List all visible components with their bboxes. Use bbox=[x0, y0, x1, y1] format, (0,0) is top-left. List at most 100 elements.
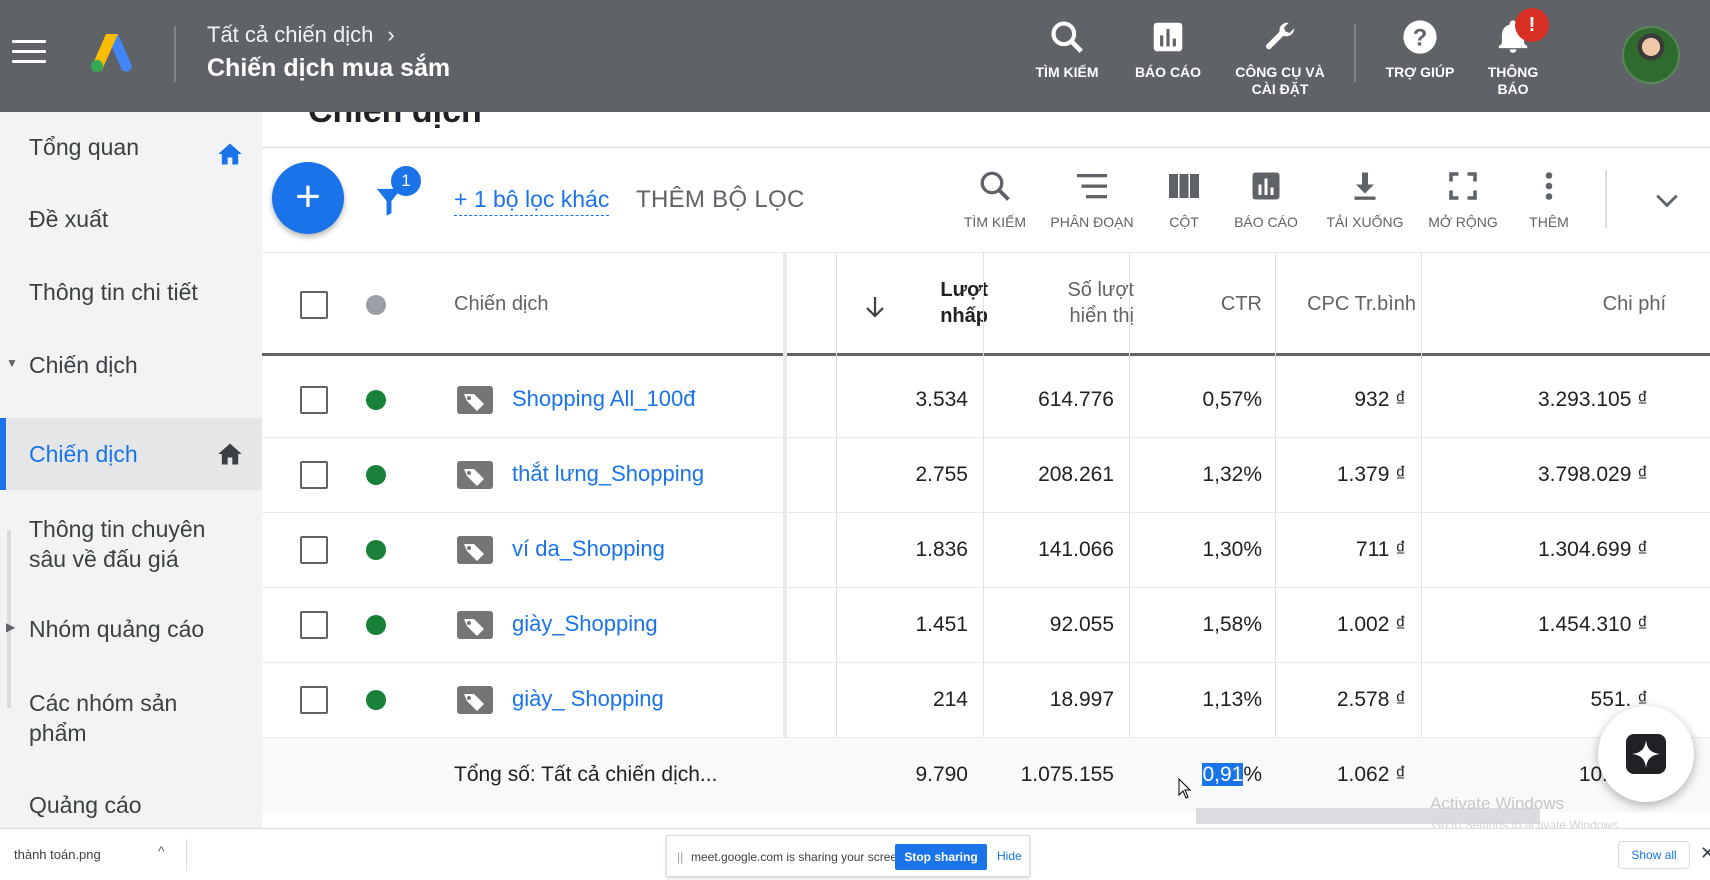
header-tools-button[interactable]: CÔNG CỤ VÀ CÀI ĐẶT bbox=[1230, 18, 1330, 98]
header-help-button[interactable]: ? TRỢ GIÚP bbox=[1380, 18, 1460, 81]
campaign-name-link[interactable]: ví da_Shopping bbox=[512, 536, 665, 562]
sidebar-item-label: Thông tin chi tiết bbox=[29, 279, 198, 305]
cell-clicks: 2.755 bbox=[915, 463, 968, 486]
sidebar-group-campaigns[interactable]: ▼ Chiến dịch bbox=[0, 352, 262, 379]
shopping-tag-icon bbox=[457, 611, 493, 639]
breadcrumb-text[interactable]: Tất cả chiến dịch bbox=[207, 22, 373, 47]
header-search-button[interactable]: TÌM KIẾM bbox=[1030, 18, 1104, 81]
download-file-name[interactable]: thành toán.png bbox=[14, 847, 101, 862]
add-filter-button[interactable]: THÊM BỘ LỌC bbox=[636, 186, 805, 214]
campaign-name-link[interactable]: Shopping All_100đ bbox=[512, 386, 696, 412]
sidebar-group-ad-groups[interactable]: ▶ Nhóm quảng cáo bbox=[0, 616, 262, 643]
col-header-impressions-line1: Số lượt bbox=[1067, 279, 1134, 301]
chevron-up-icon[interactable]: ^ bbox=[158, 843, 165, 859]
select-all-checkbox[interactable] bbox=[300, 291, 328, 319]
close-icon[interactable]: ✕ bbox=[1700, 843, 1710, 864]
hamburger-menu-icon[interactable] bbox=[12, 40, 46, 68]
sidebar-item-label-2: phẩm bbox=[29, 720, 87, 746]
sidebar-item-label-2: sâu về đấu giá bbox=[29, 546, 179, 572]
campaign-name-link[interactable]: giày_ Shopping bbox=[512, 686, 664, 712]
sidebar-item-campaigns[interactable]: Chiến dịch bbox=[0, 418, 262, 490]
toolbar-label: TẢI XUỐNG bbox=[1326, 214, 1404, 230]
col-header-clicks-line2: nhấp bbox=[940, 305, 988, 327]
sidebar-item-label: Đề xuất bbox=[29, 206, 109, 232]
toolbar-search-button[interactable]: TÌM KIẾM bbox=[952, 168, 1038, 230]
more-vert-icon bbox=[1545, 172, 1553, 200]
chevron-down-icon[interactable] bbox=[1654, 192, 1680, 210]
ai-assistant-button[interactable] bbox=[1598, 706, 1694, 802]
cell-ctr: 1,30% bbox=[1202, 538, 1262, 561]
cell-ctr: 1,58% bbox=[1202, 613, 1262, 636]
browser-download-bar: thành toán.png ^ || meet.google.com is s… bbox=[0, 828, 1710, 880]
create-campaign-button[interactable]: + bbox=[272, 162, 344, 234]
hide-banner-button[interactable]: Hide bbox=[997, 849, 1022, 863]
cell-ctr: 0,57% bbox=[1202, 388, 1262, 411]
table-row[interactable]: ví da_Shopping 1.836 141.066 1,30% 711 ₫… bbox=[262, 513, 1710, 588]
cell-clicks: 1.836 bbox=[915, 538, 968, 561]
stop-sharing-button[interactable]: Stop sharing bbox=[895, 844, 987, 870]
header-tools-label-1: CÔNG CỤ VÀ bbox=[1235, 64, 1325, 80]
sidebar-item-overview[interactable]: Tổng quan bbox=[0, 134, 262, 174]
cell-clicks: 1.451 bbox=[915, 613, 968, 636]
sidebar-item-ads[interactable]: Quảng cáo bbox=[0, 792, 262, 819]
header-reports-button[interactable]: BÁO CÁO bbox=[1130, 18, 1206, 81]
row-checkbox[interactable] bbox=[300, 686, 328, 714]
sidebar-item-label: Chiến dịch bbox=[29, 441, 138, 467]
toolbar-more-button[interactable]: THÊM bbox=[1524, 168, 1574, 230]
search-icon bbox=[1051, 21, 1083, 53]
reports-icon bbox=[1252, 172, 1280, 200]
toolbar-reports-button[interactable]: BÁO CÁO bbox=[1230, 168, 1302, 230]
sidebar-item-auction-insights[interactable]: Thông tin chuyên sâu về đấu giá bbox=[0, 514, 262, 574]
sidebar-item-recommendations[interactable]: Đề xuất bbox=[0, 206, 262, 233]
expand-icon bbox=[1449, 172, 1477, 200]
cell-cost: 3.798.029 ₫ bbox=[1537, 463, 1648, 486]
table-row[interactable]: giày_Shopping 1.451 92.055 1,58% 1.002 ₫… bbox=[262, 588, 1710, 663]
mouse-cursor-icon bbox=[1178, 778, 1192, 799]
sidebar-item-label: Nhóm quảng cáo bbox=[29, 616, 205, 642]
table-row[interactable]: Shopping All_100đ 3.534 614.776 0,57% 93… bbox=[262, 363, 1710, 438]
toolbar-download-button[interactable]: TẢI XUỐNG bbox=[1322, 168, 1408, 230]
header-notifications-label-1: THÔNG bbox=[1487, 64, 1539, 80]
download-divider bbox=[186, 839, 187, 871]
caret-right-icon: ▶ bbox=[6, 620, 16, 634]
avatar[interactable] bbox=[1622, 26, 1680, 84]
search-icon bbox=[980, 171, 1010, 201]
col-header-impressions[interactable]: Số lượt hiển thị bbox=[1022, 277, 1134, 329]
sidebar-nav: Tổng quan Đề xuất Thông tin chi tiết ▼ C… bbox=[0, 112, 262, 828]
campaign-name-link[interactable]: thắt lưng_Shopping bbox=[512, 461, 704, 487]
total-clicks: 9.790 bbox=[915, 763, 968, 786]
cell-cost: 3.293.105 ₫ bbox=[1537, 388, 1648, 411]
google-ads-logo[interactable] bbox=[88, 30, 136, 74]
arrow-down-icon[interactable] bbox=[864, 295, 886, 319]
col-header-avg-cpc[interactable]: CPC Tr.bình bbox=[1276, 291, 1416, 317]
row-checkbox[interactable] bbox=[300, 536, 328, 564]
table-row[interactable]: thắt lưng_Shopping 2.755 208.261 1,32% 1… bbox=[262, 438, 1710, 513]
col-header-clicks[interactable]: Lượt nhấp bbox=[892, 277, 988, 329]
shopping-tag-icon bbox=[457, 461, 493, 489]
row-checkbox[interactable] bbox=[300, 461, 328, 489]
sidebar-item-product-groups[interactable]: Các nhóm sản phẩm bbox=[0, 688, 262, 748]
screen-sharing-banner: || meet.google.com is sharing your scree… bbox=[666, 835, 1030, 877]
cell-clicks: 3.534 bbox=[915, 388, 968, 411]
toolbar-expand-button[interactable]: MỞ RỘNG bbox=[1422, 168, 1504, 230]
svg-text:?: ? bbox=[1413, 25, 1428, 52]
drag-handle-icon[interactable]: || bbox=[677, 850, 683, 864]
total-label: Tổng số: Tất cả chiến dịch... bbox=[454, 763, 718, 786]
col-header-ctr[interactable]: CTR bbox=[1162, 291, 1262, 317]
sparkle-icon bbox=[1626, 734, 1666, 774]
more-filters-link[interactable]: + 1 bộ lọc khác bbox=[454, 186, 610, 216]
cell-avg-cpc: 1.379 ₫ bbox=[1336, 463, 1406, 486]
show-all-downloads-button[interactable]: Show all bbox=[1618, 841, 1690, 869]
col-header-campaign[interactable]: Chiến dịch bbox=[454, 291, 549, 317]
campaign-name-link[interactable]: giày_Shopping bbox=[512, 611, 658, 637]
sidebar-item-insights[interactable]: Thông tin chi tiết bbox=[0, 279, 262, 306]
toolbar-segment-button[interactable]: PHÂN ĐOẠN bbox=[1044, 168, 1140, 230]
breadcrumb[interactable]: Tất cả chiến dịch › bbox=[207, 22, 395, 48]
toolbar-columns-button[interactable]: CỘT bbox=[1154, 168, 1214, 230]
cell-avg-cpc: 932 ₫ bbox=[1354, 388, 1406, 411]
table-row[interactable]: giày_ Shopping 214 18.997 1,13% 2.578 ₫ … bbox=[262, 663, 1710, 738]
page-title: Chiến dịch mua sắm bbox=[207, 54, 451, 82]
col-header-cost[interactable]: Chi phí bbox=[1422, 291, 1666, 317]
row-checkbox[interactable] bbox=[300, 386, 328, 414]
row-checkbox[interactable] bbox=[300, 611, 328, 639]
